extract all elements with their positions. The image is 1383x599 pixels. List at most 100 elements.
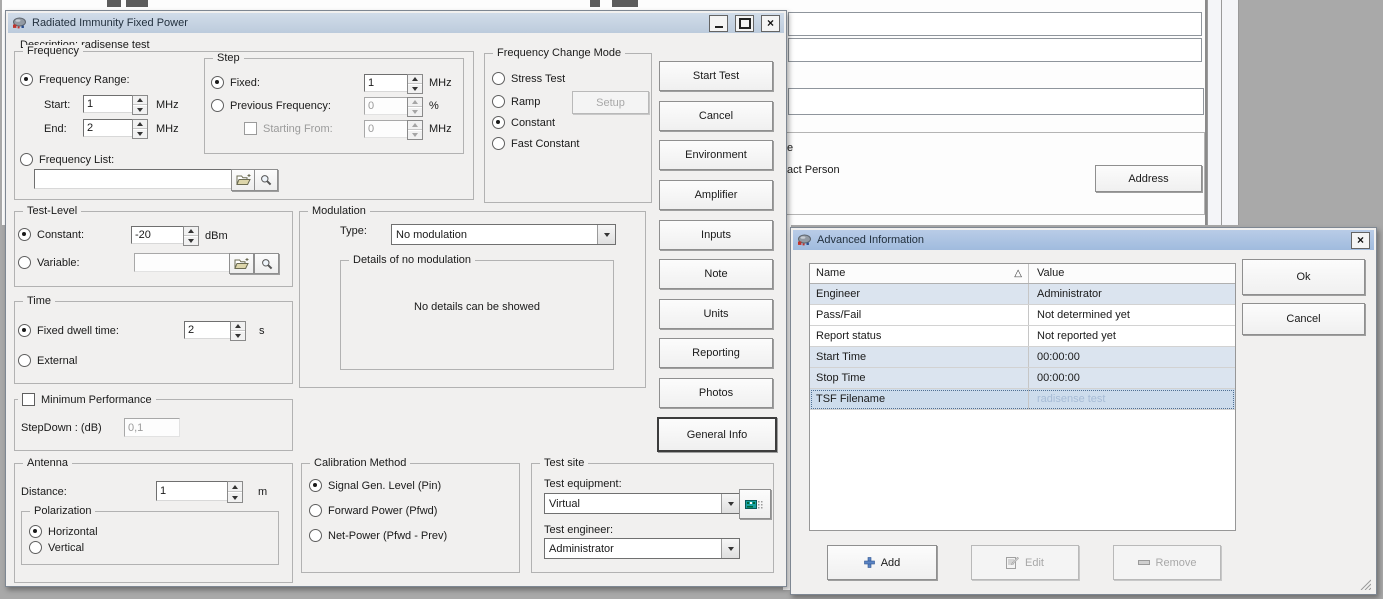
- step-fixed-radio[interactable]: Fixed:: [211, 76, 260, 89]
- spinner-up-icon[interactable]: [231, 322, 245, 331]
- step-fixed-spinner[interactable]: [407, 74, 423, 94]
- minimum-performance-checkbox[interactable]: Minimum Performance: [18, 393, 156, 406]
- background-text-field[interactable]: [788, 38, 1202, 62]
- chevron-down-icon[interactable]: [721, 494, 739, 513]
- test-level-spinner[interactable]: [183, 226, 199, 246]
- spinner-up-icon[interactable]: [184, 227, 198, 236]
- fast-constant-radio[interactable]: Fast Constant: [492, 137, 579, 150]
- step-previous-field[interactable]: 0: [364, 97, 413, 115]
- step-fixed-field[interactable]: 1: [364, 74, 413, 92]
- note-button[interactable]: Note: [659, 259, 773, 289]
- end-frequency-spinner[interactable]: [132, 119, 148, 139]
- forward-power-radio[interactable]: Forward Power (Pfwd): [309, 504, 437, 517]
- variable-browse-button[interactable]: [229, 253, 254, 274]
- signal-gen-level-radio[interactable]: Signal Gen. Level (Pin): [309, 479, 441, 492]
- advanced-cancel-button[interactable]: Cancel: [1242, 303, 1365, 335]
- column-header-value[interactable]: Value: [1029, 264, 1235, 283]
- constant-mode-radio[interactable]: Constant: [492, 116, 555, 129]
- starting-from-spinner[interactable]: [407, 120, 423, 140]
- minimize-button[interactable]: [709, 15, 728, 32]
- stepdown-field[interactable]: 0,1: [124, 418, 180, 437]
- background-text-field[interactable]: [788, 88, 1204, 115]
- resize-grip-icon[interactable]: [1358, 578, 1371, 593]
- test-level-field[interactable]: -20: [131, 226, 189, 244]
- variable-search-button[interactable]: [254, 253, 279, 274]
- starting-from-checkbox[interactable]: Starting From:: [244, 122, 333, 135]
- column-header-name[interactable]: Name △: [810, 264, 1029, 283]
- table-row[interactable]: Report status Not reported yet: [810, 326, 1235, 347]
- step-previous-radio[interactable]: Previous Frequency:: [211, 99, 331, 112]
- ramp-radio[interactable]: Ramp: [492, 95, 540, 108]
- spinner-down-icon[interactable]: [231, 331, 245, 340]
- table-header-row[interactable]: Name △ Value: [810, 264, 1235, 284]
- general-info-button[interactable]: General Info: [657, 417, 777, 452]
- close-button[interactable]: ×: [761, 15, 780, 32]
- spinner-up-icon[interactable]: [133, 120, 147, 129]
- chevron-down-icon[interactable]: [597, 225, 615, 244]
- main-dialog-titlebar[interactable]: Radiated Immunity Fixed Power ×: [8, 13, 784, 33]
- test-level-constant-radio[interactable]: Constant:: [18, 228, 84, 241]
- amplifier-button[interactable]: Amplifier: [659, 180, 773, 210]
- advanced-dialog-titlebar[interactable]: Advanced Information ×: [793, 230, 1374, 250]
- add-button[interactable]: Add: [827, 545, 937, 580]
- spinner-down-icon[interactable]: [184, 236, 198, 245]
- table-row[interactable]: Pass/Fail Not determined yet: [810, 305, 1235, 326]
- frequency-list-search-button[interactable]: [254, 169, 278, 191]
- start-test-button[interactable]: Start Test: [659, 61, 773, 91]
- maximize-button[interactable]: [735, 15, 754, 32]
- external-time-radio[interactable]: External: [18, 354, 77, 367]
- frequency-list-radio[interactable]: Frequency List:: [20, 153, 114, 166]
- fixed-dwell-time-radio[interactable]: Fixed dwell time:: [18, 324, 119, 337]
- step-previous-spinner[interactable]: [407, 97, 423, 117]
- start-frequency-field[interactable]: 1: [83, 95, 138, 113]
- reporting-button[interactable]: Reporting: [659, 338, 773, 368]
- environment-button[interactable]: Environment: [659, 140, 773, 170]
- spinner-down-icon[interactable]: [133, 105, 147, 114]
- starting-from-field[interactable]: 0: [364, 120, 413, 138]
- spinner-up-icon[interactable]: [408, 121, 422, 130]
- dwell-time-spinner[interactable]: [230, 321, 246, 341]
- edit-button[interactable]: Edit: [971, 545, 1079, 580]
- net-power-radio[interactable]: Net-Power (Pfwd - Prev): [309, 529, 447, 542]
- address-button[interactable]: Address: [1095, 165, 1202, 192]
- start-frequency-spinner[interactable]: [132, 95, 148, 115]
- end-frequency-field[interactable]: 2: [83, 119, 138, 137]
- table-row[interactable]: Engineer Administrator: [810, 284, 1235, 305]
- spinner-down-icon[interactable]: [408, 130, 422, 139]
- frequency-list-browse-button[interactable]: [231, 169, 255, 191]
- table-row-selected[interactable]: TSF Filename radisense test: [810, 389, 1235, 410]
- test-level-variable-radio[interactable]: Variable:: [18, 256, 80, 269]
- chevron-down-icon[interactable]: [721, 539, 739, 558]
- antenna-distance-field[interactable]: 1: [156, 481, 233, 501]
- close-button[interactable]: ×: [1351, 232, 1370, 249]
- test-equipment-config-button[interactable]: [739, 489, 771, 519]
- spinner-down-icon[interactable]: [228, 492, 242, 502]
- stress-test-radio[interactable]: Stress Test: [492, 72, 565, 85]
- test-level-variable-field[interactable]: [134, 253, 235, 272]
- polarization-horizontal-radio[interactable]: Horizontal: [29, 525, 98, 538]
- polarization-vertical-radio[interactable]: Vertical: [29, 541, 84, 554]
- table-row[interactable]: Stop Time 00:00:00: [810, 368, 1235, 389]
- test-equipment-dropdown[interactable]: Virtual: [544, 493, 740, 514]
- spinner-down-icon[interactable]: [408, 84, 422, 93]
- frequency-list-field[interactable]: [34, 169, 236, 189]
- spinner-down-icon[interactable]: [408, 107, 422, 116]
- modulation-type-dropdown[interactable]: No modulation: [391, 224, 616, 245]
- dwell-time-field[interactable]: 2: [184, 321, 236, 339]
- ok-button[interactable]: Ok: [1242, 259, 1365, 295]
- test-engineer-dropdown[interactable]: Administrator: [544, 538, 740, 559]
- inputs-button[interactable]: Inputs: [659, 220, 773, 250]
- setup-button[interactable]: Setup: [572, 91, 649, 114]
- cancel-button[interactable]: Cancel: [659, 101, 773, 131]
- spinner-up-icon[interactable]: [133, 96, 147, 105]
- frequency-range-radio[interactable]: Frequency Range:: [20, 73, 130, 86]
- remove-button[interactable]: Remove: [1113, 545, 1221, 580]
- background-text-field[interactable]: [788, 12, 1202, 36]
- spinner-up-icon[interactable]: [228, 482, 242, 492]
- spinner-up-icon[interactable]: [408, 75, 422, 84]
- table-row[interactable]: Start Time 00:00:00: [810, 347, 1235, 368]
- photos-button[interactable]: Photos: [659, 378, 773, 408]
- antenna-distance-spinner[interactable]: [227, 481, 243, 503]
- units-button[interactable]: Units: [659, 299, 773, 329]
- spinner-down-icon[interactable]: [133, 129, 147, 138]
